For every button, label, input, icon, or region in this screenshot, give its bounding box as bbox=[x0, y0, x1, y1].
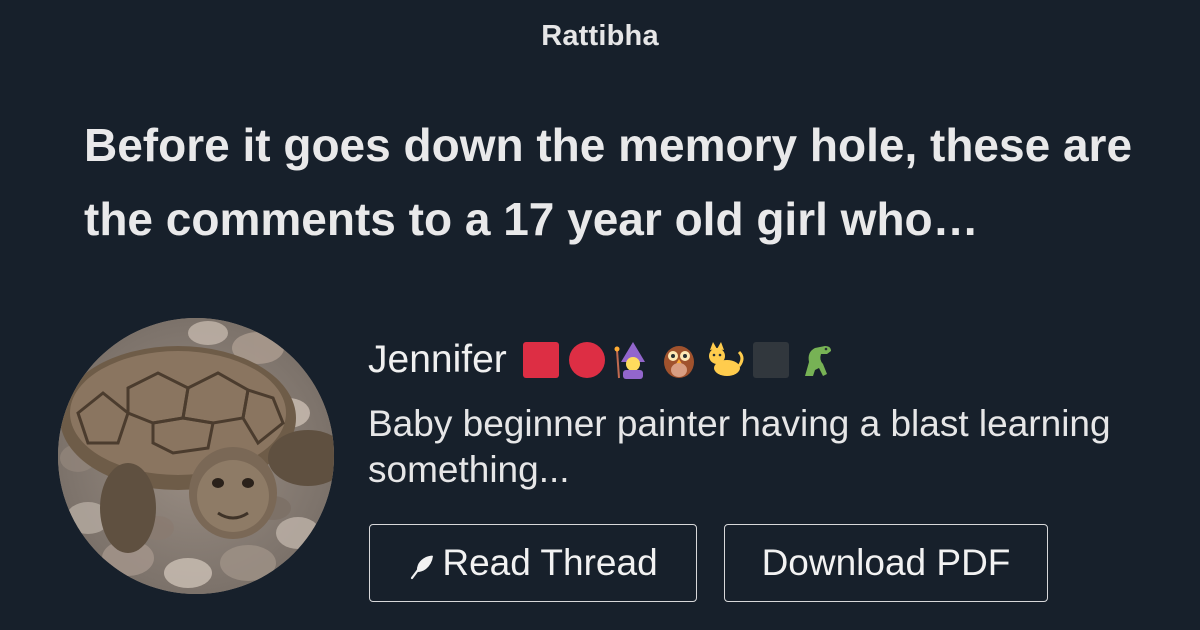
black-square-icon bbox=[751, 340, 791, 380]
author-name-row: Jennifer bbox=[368, 336, 837, 384]
download-pdf-label: Download PDF bbox=[761, 542, 1011, 583]
t-rex-icon bbox=[797, 340, 837, 380]
tortoise-avatar-image bbox=[58, 318, 334, 594]
cat-icon bbox=[705, 340, 745, 380]
read-thread-button[interactable]: Read Thread bbox=[369, 524, 697, 602]
woman-mage-icon bbox=[613, 340, 653, 380]
thread-title: Before it goes down the memory hole, the… bbox=[84, 119, 1133, 245]
avatar bbox=[58, 318, 334, 594]
owl-icon bbox=[659, 340, 699, 380]
download-pdf-button[interactable]: Download PDF bbox=[724, 524, 1048, 602]
brand-name: Rattibha bbox=[541, 20, 659, 52]
red-square-icon bbox=[521, 340, 561, 380]
feather-icon bbox=[408, 552, 436, 580]
read-thread-label: Read Thread bbox=[442, 542, 658, 583]
author-bio: Baby beginner painter having a blast lea… bbox=[368, 403, 1111, 490]
red-circle-icon bbox=[567, 340, 607, 380]
author-name: Jennifer bbox=[368, 338, 507, 381]
author-name-emojis bbox=[521, 340, 837, 380]
